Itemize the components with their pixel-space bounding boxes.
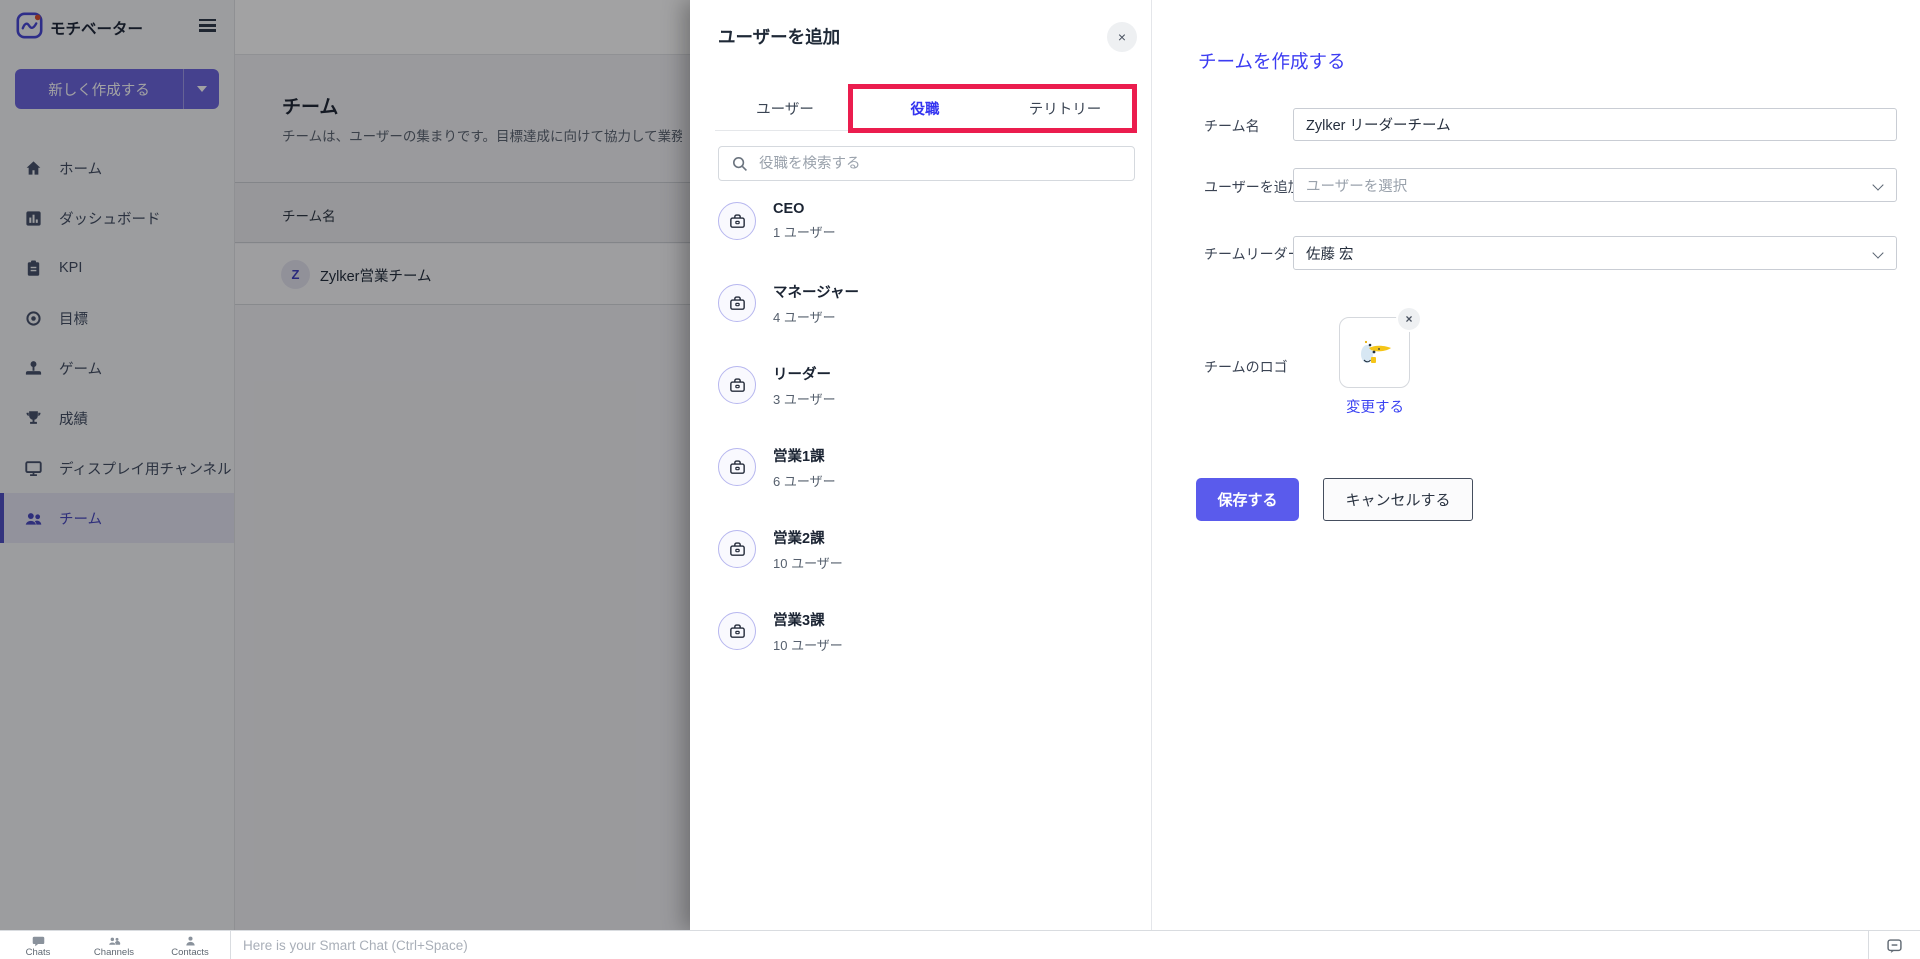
- team-logo-label: チームのロゴ: [1204, 359, 1288, 375]
- close-icon: ×: [1117, 29, 1127, 45]
- contacts-label: Contacts: [171, 947, 209, 958]
- create-team-panel: チームを作成する チーム名 ユーザーを追加 ユーザーを選択 チームリーダー 佐藤…: [1151, 0, 1920, 959]
- panel-title: ユーザーを追加: [718, 27, 841, 47]
- save-button[interactable]: 保存する: [1196, 478, 1299, 521]
- role-avatar: [718, 448, 756, 486]
- role-item-sales1[interactable]: 営業1課 6 ユーザー: [718, 443, 1138, 491]
- briefcase-icon: [729, 623, 745, 638]
- channels-label: Channels: [93, 947, 135, 958]
- add-users-placeholder: ユーザーを選択: [1306, 178, 1408, 195]
- role-user-count: 1 ユーザー: [773, 225, 836, 240]
- tab-users[interactable]: ユーザー: [715, 90, 855, 130]
- chat-widget-button[interactable]: [1868, 931, 1920, 959]
- briefcase-icon: [729, 377, 745, 392]
- team-logo-image: [1360, 340, 1391, 363]
- role-user-count: 6 ユーザー: [773, 473, 836, 489]
- role-avatar: [718, 202, 756, 240]
- role-avatar: [718, 284, 756, 322]
- tab-territory[interactable]: テリトリー: [995, 90, 1135, 130]
- role-item-leader[interactable]: リーダー 3 ユーザー: [718, 361, 1138, 409]
- role-search-box: [718, 146, 1135, 181]
- role-name: マネージャー: [773, 284, 859, 301]
- role-name: リーダー: [773, 366, 831, 383]
- role-user-count: 10 ユーザー: [773, 637, 843, 653]
- remove-logo-button[interactable]: ×: [1398, 308, 1420, 330]
- panel-close-button[interactable]: ×: [1107, 22, 1137, 52]
- smart-chat-input[interactable]: [231, 937, 1731, 953]
- change-logo-link[interactable]: 変更する: [1346, 396, 1404, 417]
- role-item-manager[interactable]: マネージャー 4 ユーザー: [718, 279, 1138, 327]
- add-users-panel: ユーザーを追加 × ユーザー 役職 テリトリー CEO 1 ユーザー マネージャ…: [690, 0, 1151, 930]
- team-name-label: チーム名: [1204, 118, 1260, 134]
- channels-button[interactable]: Channels: [76, 931, 152, 959]
- chat-widget-icon: [1887, 938, 1902, 953]
- add-users-select[interactable]: ユーザーを選択: [1293, 168, 1897, 202]
- tab-roles[interactable]: 役職: [855, 90, 995, 131]
- role-item-ceo[interactable]: CEO 1 ユーザー: [718, 197, 1138, 245]
- role-user-count: 10 ユーザー: [773, 555, 843, 571]
- team-logo-thumbnail[interactable]: [1339, 317, 1410, 388]
- role-search-input[interactable]: [759, 147, 1129, 180]
- role-avatar: [718, 366, 756, 404]
- briefcase-icon: [729, 213, 745, 228]
- role-user-count: 3 ユーザー: [773, 391, 836, 407]
- team-leader-label: チームリーダー: [1204, 246, 1302, 262]
- role-name: CEO: [773, 201, 805, 217]
- smart-chat-bar: Chats Channels Contacts: [0, 930, 1920, 959]
- panel-tabs: ユーザー 役職 テリトリー: [715, 90, 1135, 131]
- briefcase-icon: [729, 459, 745, 474]
- team-name-input[interactable]: [1293, 108, 1897, 141]
- chats-button[interactable]: Chats: [0, 931, 76, 959]
- role-item-sales2[interactable]: 営業2課 10 ユーザー: [718, 525, 1138, 573]
- add-users-label: ユーザーを追加: [1204, 179, 1302, 195]
- briefcase-icon: [729, 295, 745, 310]
- close-icon: ×: [1405, 312, 1413, 326]
- team-leader-select[interactable]: 佐藤 宏: [1293, 236, 1897, 270]
- cancel-button[interactable]: キャンセルする: [1323, 478, 1473, 521]
- role-list: CEO 1 ユーザー マネージャー 4 ユーザー リーダー 3 ユーザー 営業1…: [718, 197, 1138, 689]
- chats-label: Chats: [25, 947, 51, 958]
- briefcase-icon: [729, 541, 745, 556]
- search-icon: [732, 156, 747, 171]
- role-avatar: [718, 612, 756, 650]
- team-leader-value: 佐藤 宏: [1306, 246, 1354, 263]
- role-name: 営業1課: [773, 448, 825, 465]
- contacts-button[interactable]: Contacts: [152, 931, 228, 959]
- smart-chat-input-area: [230, 931, 1868, 959]
- chevron-down-icon: [1872, 179, 1884, 191]
- form-title: チームを作成する: [1198, 51, 1346, 72]
- role-user-count: 4 ユーザー: [773, 309, 836, 325]
- role-name: 営業2課: [773, 530, 825, 547]
- role-name: 営業3課: [773, 612, 825, 629]
- role-avatar: [718, 530, 756, 568]
- chevron-down-icon: [1872, 247, 1884, 259]
- role-item-sales3[interactable]: 営業3課 10 ユーザー: [718, 607, 1138, 655]
